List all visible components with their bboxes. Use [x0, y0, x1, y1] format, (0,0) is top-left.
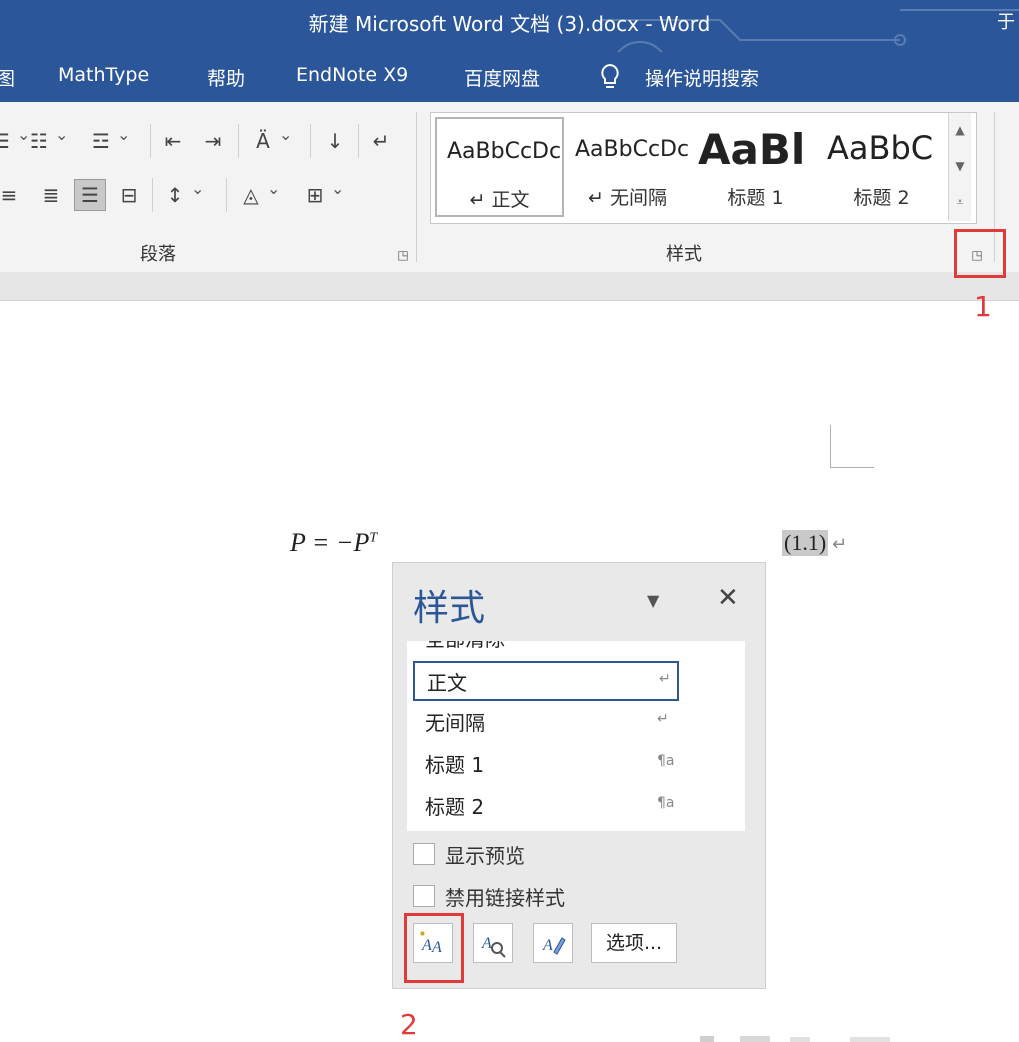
line-spacing-icon[interactable]: ↕ — [160, 174, 205, 210]
paragraph-mark: ↵ — [832, 534, 848, 555]
equation-text: P = −P — [290, 528, 370, 557]
paragraph-launcher-icon[interactable]: ◳ — [396, 248, 410, 262]
style-item-label: 正文 — [427, 671, 467, 695]
style-inspector-icon: A — [481, 935, 506, 958]
style-sample: AaBl — [698, 125, 806, 174]
style-inspector-button[interactable]: A — [473, 923, 513, 963]
cut-off-text-fragment — [700, 1036, 890, 1042]
tab-baidu-netdisk[interactable]: 百度网盘 — [464, 64, 540, 91]
show-preview-checkbox[interactable] — [413, 843, 435, 865]
style-item-label: 标题 2 — [425, 795, 485, 819]
style-item-heading-1[interactable]: 标题 1 ¶a — [413, 745, 675, 781]
ribbon-tabs: 图 MathType 帮助 EndNote X9 百度网盘 操作说明搜索 — [0, 52, 1019, 102]
styles-group-label: 样式 — [666, 244, 702, 265]
multilevel-list-icon[interactable]: ☲ — [86, 120, 130, 156]
equation[interactable]: P = −PT — [290, 528, 377, 558]
style-normal[interactable]: AaBbCcDc ↵ 正文 — [435, 117, 564, 217]
style-item-heading-2[interactable]: 标题 2 ¶a — [413, 787, 675, 823]
style-name: 标题 2 — [853, 187, 910, 209]
style-item-label: 标题 1 — [425, 753, 485, 777]
options-button[interactable]: 选项... — [591, 923, 677, 963]
increase-indent-icon[interactable]: ⇥ — [198, 126, 228, 156]
style-name: ↵ 正文 — [469, 189, 530, 211]
ribbon-bottom-strip — [0, 272, 1019, 301]
style-item-clear-all[interactable]: 全部清除 — [413, 641, 675, 655]
title-bar: 新建 Microsoft Word 文档 (3).docx - Word 于 — [0, 0, 1019, 52]
style-sample: AaBbCcDc — [447, 139, 562, 164]
tab-mathtype[interactable]: MathType — [58, 64, 149, 86]
gallery-more-icon[interactable]: ⩡ — [949, 185, 971, 219]
title-right-cut: 于 — [997, 12, 1015, 33]
tab-help[interactable]: 帮助 — [207, 64, 245, 91]
asian-layout-icon[interactable]: Ä — [248, 120, 292, 156]
close-icon[interactable]: ✕ — [717, 583, 739, 613]
style-sample: AaBbC — [827, 129, 934, 167]
gallery-up-icon[interactable]: ▲ — [949, 113, 971, 147]
crop-mark — [830, 425, 831, 467]
equation-number[interactable]: (1.1) — [782, 530, 829, 556]
tab-endnote[interactable]: EndNote X9 — [296, 64, 408, 86]
svg-text:A: A — [542, 937, 553, 954]
disable-linked-label: 禁用链接样式 — [445, 886, 565, 910]
shading-icon[interactable]: ◬ — [236, 174, 280, 210]
style-sample: AaBbCcDc — [575, 137, 690, 162]
styles-list: 全部清除 正文 ↵ 无间隔 ↵ 标题 1 ¶a 标题 2 ¶a — [407, 641, 745, 831]
window-title: 新建 Microsoft Word 文档 (3).docx - Word — [308, 12, 711, 36]
pane-menu-icon[interactable]: ▼ — [647, 591, 659, 610]
highlight-box-1 — [954, 229, 1006, 278]
styles-gallery: AaBbCcDc ↵ 正文 AaBbCcDc ↵ 无间隔 AaBl 标题 1 A… — [430, 112, 977, 224]
annotation-number-2: 2 — [400, 1008, 418, 1041]
equation-superscript: T — [369, 530, 378, 546]
show-preview-label: 显示预览 — [445, 844, 525, 868]
lightbulb-icon — [601, 63, 619, 88]
style-heading-2[interactable]: AaBbC 标题 2 — [819, 117, 944, 217]
linked-style-icon: ¶a — [657, 795, 675, 811]
distributed-icon[interactable]: ⊟ — [114, 180, 144, 210]
style-name: ↵ 无间隔 — [588, 187, 667, 209]
borders-icon[interactable]: ⊞ — [300, 174, 345, 210]
disable-linked-checkbox[interactable] — [413, 885, 435, 907]
tell-me-search[interactable]: 操作说明搜索 — [645, 64, 759, 91]
style-item-normal[interactable]: 正文 ↵ — [413, 661, 679, 701]
gallery-down-icon[interactable]: ▼ — [949, 149, 971, 183]
svg-text:A: A — [481, 935, 492, 952]
justify-icon[interactable]: ☰ — [74, 179, 106, 211]
pane-title: 样式 — [413, 588, 486, 629]
style-name: 标题 1 — [727, 187, 784, 209]
manage-styles-button[interactable]: A — [533, 923, 573, 963]
sort-icon[interactable]: ↓ — [320, 126, 350, 156]
style-heading-1[interactable]: AaBl 标题 1 — [693, 117, 818, 217]
show-marks-icon[interactable]: ↵ — [366, 126, 396, 156]
tab-picture-cut[interactable]: 图 — [0, 64, 15, 91]
decrease-indent-icon[interactable]: ⇤ — [158, 126, 188, 156]
gallery-scroll: ▲ ▼ ⩡ — [948, 113, 971, 221]
crop-mark — [830, 467, 874, 468]
style-no-spacing[interactable]: AaBbCcDc ↵ 无间隔 — [565, 117, 690, 217]
numbering-icon[interactable]: ☷ — [24, 120, 68, 156]
align-right-icon[interactable]: ≣ — [36, 180, 66, 210]
manage-styles-icon: A — [542, 937, 566, 955]
paragraph-style-icon: ↵ — [659, 671, 671, 687]
paragraph-group-label: 段落 — [140, 244, 176, 265]
bullets-icon[interactable]: ☰ — [0, 120, 30, 156]
ribbon-panel: ☰ ☷ ☲ ⇤ ⇥ Ä ↓ ↵ ≡ ≣ ☰ ⊟ ↕ ◬ ⊞ 段落 ◳ AaBbC… — [0, 102, 1019, 272]
paragraph-style-icon: ↵ — [657, 711, 669, 727]
annotation-number-1: 1 — [974, 290, 992, 323]
align-center-icon[interactable]: ≡ — [0, 180, 24, 210]
style-item-label: 无间隔 — [425, 711, 485, 735]
linked-style-icon: ¶a — [657, 753, 675, 769]
style-item-label: 全部清除 — [425, 641, 505, 652]
highlight-box-2 — [404, 913, 464, 983]
style-item-no-spacing[interactable]: 无间隔 ↵ — [413, 703, 675, 739]
